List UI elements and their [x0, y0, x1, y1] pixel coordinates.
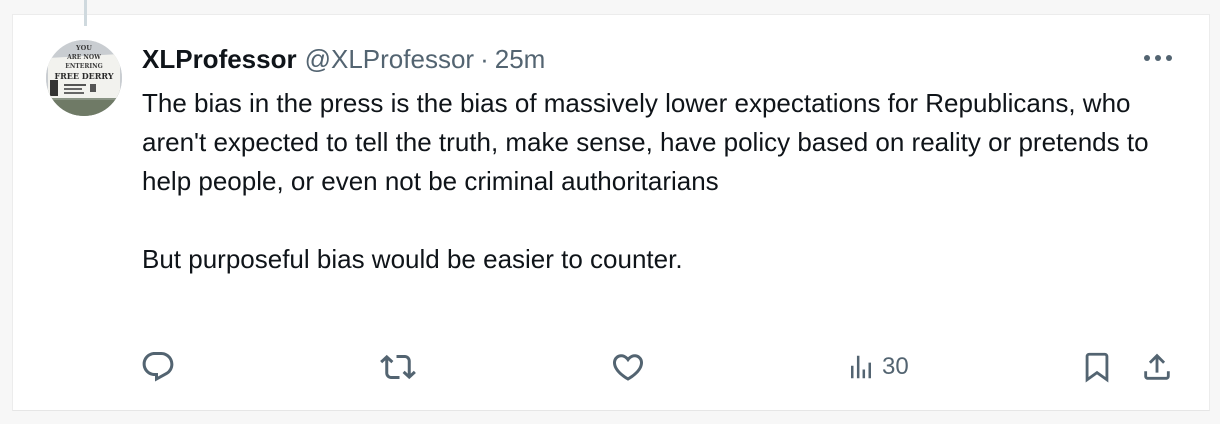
thread-connector-line	[84, 0, 87, 26]
avatar[interactable]: YOU ARE NOW ENTERING FREE DERRY	[46, 40, 122, 116]
bar-chart-icon	[851, 355, 871, 379]
reply-icon	[142, 352, 174, 382]
reply-button[interactable]	[140, 348, 176, 386]
user-handle[interactable]: @XLProfessor	[305, 44, 474, 75]
share-button[interactable]	[1140, 348, 1174, 386]
svg-text:YOU: YOU	[75, 44, 92, 52]
road-sign-avatar: YOU ARE NOW ENTERING FREE DERRY	[46, 40, 122, 116]
tweet-text: The bias in the press is the bias of mas…	[142, 88, 1149, 274]
svg-text:FREE DERRY: FREE DERRY	[54, 71, 113, 81]
views-count: 30	[882, 353, 909, 380]
bookmark-icon	[1085, 352, 1109, 383]
more-options-button[interactable]	[1140, 44, 1176, 72]
repost-button[interactable]	[380, 348, 416, 386]
repost-icon	[380, 354, 416, 380]
timestamp[interactable]: 25m	[495, 44, 546, 75]
svg-text:ARE NOW: ARE NOW	[66, 54, 101, 61]
share-icon	[1144, 353, 1170, 380]
like-button[interactable]	[610, 348, 646, 386]
views-button[interactable]: 30	[846, 348, 909, 386]
bookmark-button[interactable]	[1080, 348, 1114, 386]
svg-text:ENTERING: ENTERING	[65, 63, 103, 70]
heart-icon	[612, 354, 644, 381]
separator-dot: ·	[480, 43, 489, 74]
more-icon	[1144, 55, 1172, 61]
display-name[interactable]: XLProfessor	[142, 44, 297, 75]
tweet-header: XLProfessor @XLProfessor · 25m	[142, 42, 545, 76]
